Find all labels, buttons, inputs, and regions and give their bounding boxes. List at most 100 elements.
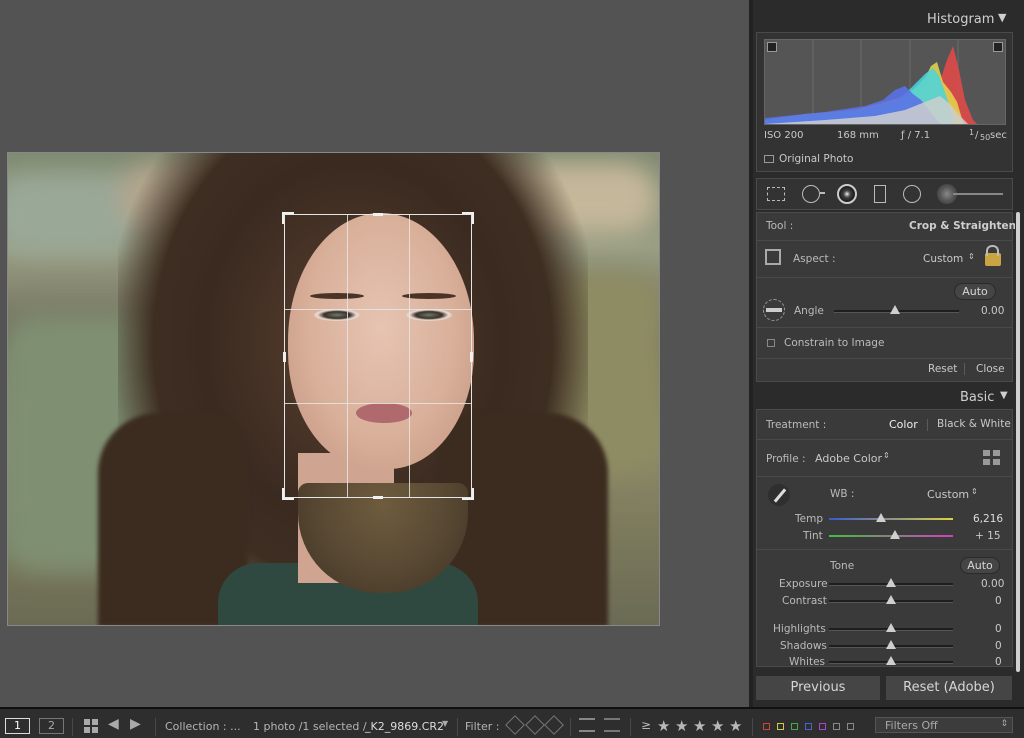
angle-value[interactable]: 0.00 <box>981 305 1004 317</box>
crop-reset-button[interactable]: Reset <box>928 363 957 375</box>
aspect-dropdown[interactable]: Custom <box>923 253 963 265</box>
temp-slider-thumb[interactable] <box>876 513 886 522</box>
original-photo-label: Original Photo <box>779 153 854 165</box>
edited-filter-icon[interactable] <box>579 718 595 732</box>
aperture-readout: ƒ / 7.1 <box>901 130 931 141</box>
shadow-clipping-icon[interactable] <box>767 42 777 52</box>
contrast-label: Contrast <box>782 595 827 607</box>
rating-operator[interactable]: ≥ <box>641 718 651 732</box>
angle-auto-button[interactable]: Auto <box>954 283 996 300</box>
view-1-button[interactable]: 1 <box>5 718 30 734</box>
filters-off-dropdown[interactable]: Filters Off ⇕ <box>875 717 1013 733</box>
aspect-label: Aspect : <box>793 253 836 265</box>
crop-corner-tl[interactable] <box>282 212 294 224</box>
collapse-triangle-icon[interactable]: ▼ <box>998 11 1006 24</box>
temp-label: Temp <box>795 513 823 525</box>
basic-header[interactable]: Basic ▼ <box>753 384 1015 410</box>
color-label-red[interactable] <box>763 723 770 730</box>
panel-scrollbar-thumb[interactable] <box>1016 212 1020 672</box>
angle-slider-thumb[interactable] <box>890 305 900 314</box>
crop-frame[interactable] <box>282 212 474 500</box>
crop-aspect-icon[interactable] <box>765 249 781 265</box>
crop-handle-top[interactable] <box>373 213 383 216</box>
rating-star-icon[interactable]: ★ <box>729 717 742 735</box>
crop-overlay-icon[interactable] <box>767 187 785 201</box>
unedited-filter-icon[interactable] <box>604 718 620 732</box>
color-label-none[interactable] <box>847 723 854 730</box>
exposure-slider-thumb[interactable] <box>886 578 896 587</box>
previous-button[interactable]: Previous <box>755 675 881 701</box>
exposure-label: Exposure <box>779 578 828 590</box>
shutter-unit: sec <box>990 130 1007 141</box>
spot-removal-icon[interactable] <box>802 185 820 203</box>
crop-corner-tr[interactable] <box>462 212 474 224</box>
tint-value[interactable]: + 15 <box>975 530 1001 542</box>
crop-panel: Tool : Crop & Straighten Aspect : Custom… <box>756 212 1016 382</box>
grid-view-icon[interactable] <box>84 719 98 733</box>
highlights-slider-thumb[interactable] <box>886 623 896 632</box>
histogram-title: Histogram <box>927 12 995 27</box>
filter-label: Filter : <box>465 720 500 733</box>
view-2-button[interactable]: 2 <box>39 718 64 734</box>
basic-panel: Treatment : Color Black & White Profile … <box>756 409 1013 668</box>
flag-filter-icon[interactable] <box>525 715 545 735</box>
temp-slider[interactable] <box>829 518 953 520</box>
shadows-value[interactable]: 0 <box>995 640 1002 652</box>
radial-filter-icon[interactable] <box>903 185 921 203</box>
rating-star-icon[interactable]: ★ <box>711 717 724 735</box>
original-photo-checkbox[interactable] <box>764 155 774 163</box>
crop-corner-br[interactable] <box>462 488 474 500</box>
whites-slider-thumb[interactable] <box>886 656 896 665</box>
exposure-value[interactable]: 0.00 <box>981 578 1004 590</box>
filename-dropdown-icon[interactable]: ▼ <box>442 719 448 728</box>
rating-star-icon[interactable]: ★ <box>675 717 688 735</box>
crop-corner-bl[interactable] <box>282 488 294 500</box>
reset-adobe-button[interactable]: Reset (Adobe) <box>885 675 1013 701</box>
wb-label: WB : <box>830 488 855 500</box>
color-label-custom[interactable] <box>833 723 840 730</box>
treatment-bw-button[interactable]: Black & White <box>937 418 1011 430</box>
whites-value[interactable]: 0 <box>995 656 1002 668</box>
highlight-clipping-icon[interactable] <box>993 42 1003 52</box>
dropdown-arrows-icon[interactable]: ⇕ <box>971 487 978 496</box>
crop-handle-bottom[interactable] <box>373 496 383 499</box>
shutter-denominator: 50 <box>980 133 991 142</box>
collection-label[interactable]: Collection : ... <box>165 720 241 733</box>
forward-arrow-icon[interactable]: ▶ <box>130 716 141 732</box>
dropdown-arrows-icon[interactable]: ⇕ <box>883 451 890 460</box>
collapse-triangle-icon[interactable]: ▼ <box>1000 390 1008 401</box>
crop-close-button[interactable]: Close <box>976 363 1005 375</box>
treatment-color-button[interactable]: Color <box>889 418 918 431</box>
histogram-graph[interactable] <box>764 39 1006 125</box>
profile-label: Profile : <box>766 453 806 465</box>
color-label-purple[interactable] <box>819 723 826 730</box>
crop-handle-left[interactable] <box>283 352 286 362</box>
rating-star-icon[interactable]: ★ <box>657 717 670 735</box>
tint-slider-thumb[interactable] <box>890 530 900 539</box>
color-label-yellow[interactable] <box>777 723 784 730</box>
histogram-header[interactable]: Histogram ▼ <box>753 6 1015 32</box>
rating-star-icon[interactable]: ★ <box>693 717 706 735</box>
contrast-value[interactable]: 0 <box>995 595 1002 607</box>
flag-filter-icon[interactable] <box>544 715 564 735</box>
crop-handle-right[interactable] <box>470 352 473 362</box>
filename-label[interactable]: _K2_9869.CR2 <box>365 720 444 733</box>
wb-dropdown[interactable]: Custom <box>927 488 969 501</box>
flag-filter-icon[interactable] <box>505 715 525 735</box>
graduated-filter-icon[interactable] <box>874 185 886 203</box>
back-arrow-icon[interactable]: ◀ <box>108 716 119 732</box>
temp-value[interactable]: 6,216 <box>973 513 1003 525</box>
color-label-blue[interactable] <box>805 723 812 730</box>
constrain-checkbox[interactable] <box>767 339 775 347</box>
dropdown-arrows-icon[interactable]: ⇕ <box>968 252 975 261</box>
shadows-slider-thumb[interactable] <box>886 640 896 649</box>
contrast-slider-thumb[interactable] <box>886 595 896 604</box>
color-label-green[interactable] <box>791 723 798 730</box>
profile-browser-icon[interactable] <box>983 450 1001 466</box>
filters-off-label: Filters Off <box>885 719 938 732</box>
tool-strip <box>756 178 1013 210</box>
tone-auto-button[interactable]: Auto <box>960 557 1000 574</box>
highlights-value[interactable]: 0 <box>995 623 1002 635</box>
red-eye-icon[interactable] <box>837 184 857 204</box>
profile-dropdown[interactable]: Adobe Color <box>815 452 882 465</box>
